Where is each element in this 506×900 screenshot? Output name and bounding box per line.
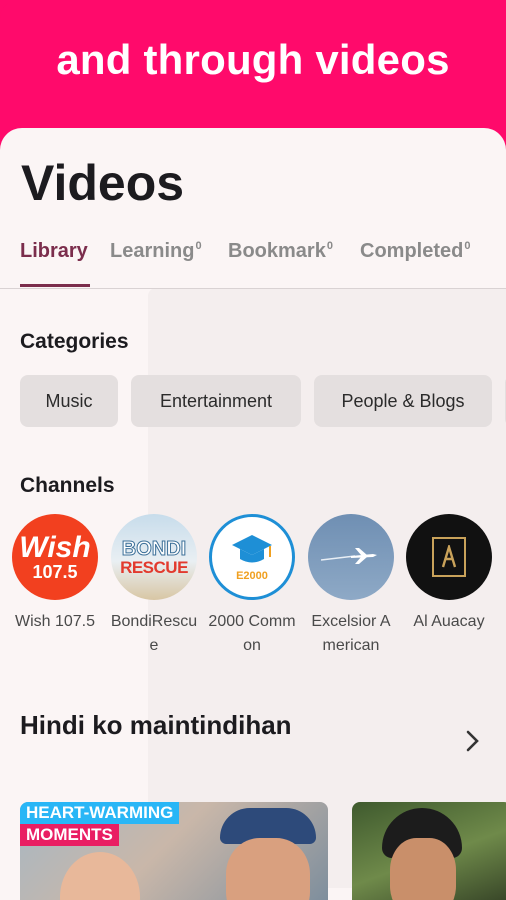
channel-item-excelsior-american[interactable]: Excelsior American — [303, 514, 399, 658]
channel-name: Wish 107.5 — [14, 613, 96, 630]
tab-library-label: Library — [20, 240, 88, 262]
categories-title: Categories — [20, 330, 129, 353]
video-thumbnail[interactable]: HEART-WARMING MOMENTS — [20, 802, 328, 900]
tab-completed[interactable]: Completed0 — [360, 240, 470, 263]
channels-title: Channels — [20, 474, 115, 497]
tabs-divider — [0, 288, 506, 289]
channel-avatar: Wish 107.5 — [12, 514, 98, 600]
channel-name: BondiRescue — [110, 613, 198, 654]
channel-avatar: BONDI RESCUE — [111, 514, 197, 600]
promo-banner: and through videos — [0, 0, 506, 130]
channel-logo-subtext: 107.5 — [32, 562, 78, 582]
thumbnail-child-figure — [60, 852, 140, 900]
category-chip-label: Music — [45, 390, 93, 411]
tab-learning[interactable]: Learning0 — [110, 240, 202, 263]
channel-name: Al Auacay — [413, 613, 485, 630]
category-chip-people-blogs[interactable]: People & Blogs — [314, 375, 492, 427]
videos-sheet: Videos Library Learning0 Bookmark0 Compl… — [0, 128, 506, 900]
channel-name: Excelsior American — [311, 613, 391, 654]
channel-name: 2000 Common — [208, 613, 296, 654]
playlist-title: Hindi ko maintindihan — [20, 710, 292, 740]
video-thumbnail[interactable] — [352, 802, 506, 900]
channel-logo-text: E2000 — [236, 569, 268, 582]
channel-avatar: E2000 — [209, 514, 295, 600]
thumbnail-face — [390, 838, 456, 900]
channel-logo-text: BONDI — [121, 537, 187, 560]
tab-learning-label: Learning — [110, 240, 195, 262]
chevron-right-icon[interactable] — [462, 728, 482, 754]
channel-item-wish[interactable]: Wish 107.5 Wish 107.5 — [7, 514, 103, 634]
channel-logo-subtext: RESCUE — [120, 557, 188, 577]
active-tab-indicator — [20, 284, 90, 287]
tab-learning-count: 0 — [195, 240, 202, 253]
emblem-icon — [441, 545, 457, 568]
category-chip-entertainment[interactable]: Entertainment — [131, 375, 301, 427]
page-title: Videos — [21, 155, 185, 211]
tab-bar: Library Learning0 Bookmark0 Completed0 — [0, 240, 506, 288]
channel-logo-emblem — [432, 537, 466, 577]
thumbnail-caption-line1: HEART-WARMING — [20, 802, 180, 824]
tab-library[interactable]: Library — [20, 240, 88, 263]
tab-bookmark-label: Bookmark — [228, 240, 326, 262]
category-chip-label: Entertainment — [159, 390, 273, 411]
channel-avatar — [406, 514, 492, 600]
tab-bookmark-count: 0 — [326, 240, 333, 253]
channel-logo-text: Wish — [19, 531, 91, 564]
thumbnail-man-figure — [226, 838, 310, 900]
tab-completed-label: Completed — [360, 240, 464, 262]
category-chip-label: People & Blogs — [341, 390, 465, 411]
airplane-icon — [321, 548, 377, 564]
channel-item-bondirescue[interactable]: BONDI RESCUE BondiRescue — [106, 514, 202, 658]
channel-item-al-auacay[interactable]: Al Auacay — [401, 514, 497, 634]
channel-avatar — [308, 514, 394, 600]
thumbnail-caption-line2: MOMENTS — [20, 824, 119, 846]
tab-bookmark[interactable]: Bookmark0 — [228, 240, 333, 263]
promo-banner-text: and through videos — [56, 36, 450, 83]
graduation-cap-icon — [232, 534, 272, 562]
tab-completed-count: 0 — [464, 240, 471, 253]
category-chip-music[interactable]: Music — [20, 375, 118, 427]
channel-item-2000-common[interactable]: E2000 2000 Common — [204, 514, 300, 658]
